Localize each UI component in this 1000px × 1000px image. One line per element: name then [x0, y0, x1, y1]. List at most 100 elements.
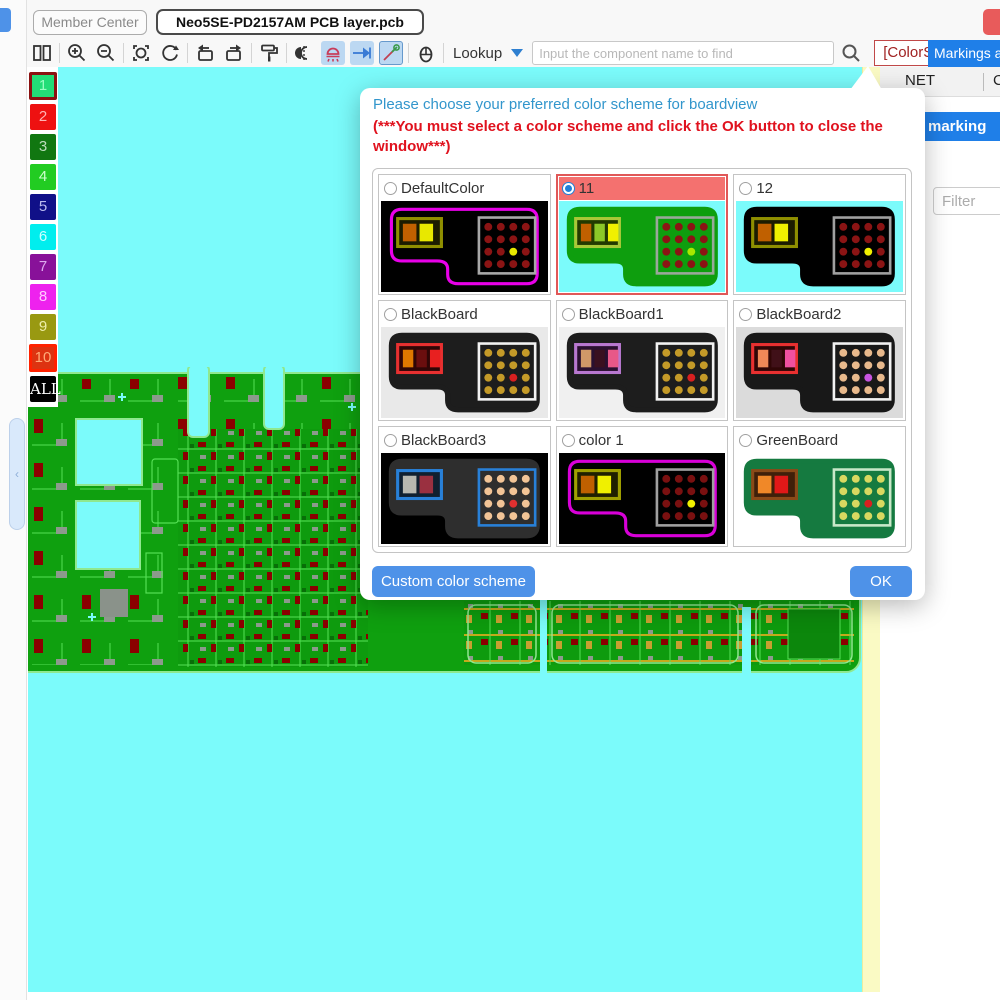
- radio-blackboard2[interactable]: [739, 308, 753, 321]
- toolbar: Lookup [ColorScheme]: [30, 39, 992, 67]
- custom-color-scheme-button[interactable]: Custom color scheme: [372, 566, 535, 597]
- toolbar-separator: [286, 43, 287, 63]
- radio-defaultcolor[interactable]: [384, 182, 397, 195]
- lookup-label[interactable]: Lookup: [453, 45, 502, 62]
- dialog-warning: (***You must select a color scheme and c…: [373, 118, 883, 155]
- markings-button[interactable]: Markings a: [928, 40, 1000, 67]
- option-preview: [558, 327, 726, 418]
- rotate-left-icon[interactable]: [193, 41, 217, 65]
- layer-button-8[interactable]: 8: [30, 284, 56, 310]
- radio-blackboard[interactable]: [384, 308, 397, 321]
- toolbar-separator: [443, 43, 444, 63]
- layer-button-6[interactable]: 6: [30, 224, 56, 250]
- color-scheme-option-greenboard[interactable]: GreenBoard: [733, 426, 906, 547]
- color-scheme-option-blackboard1[interactable]: BlackBoard1: [555, 300, 729, 421]
- split-view-icon[interactable]: [30, 41, 54, 65]
- layer-button-4[interactable]: 4: [30, 164, 56, 190]
- option-preview: [381, 201, 548, 292]
- toolbar-separator: [408, 43, 409, 63]
- option-preview: [381, 327, 548, 418]
- option-label: BlackBoard: [401, 306, 478, 323]
- layer-sidebar: 1 2 3 4 5 6 7 8 9 10 ALL: [28, 67, 61, 407]
- option-label: GreenBoard: [756, 432, 839, 449]
- color-scheme-grid: DefaultColor 11 12 BlackBoard BlackBoard1 Bla…: [372, 168, 912, 553]
- option-header: color 1: [559, 429, 726, 452]
- layer-button-1[interactable]: 1: [29, 72, 57, 100]
- measure-wand-icon[interactable]: [379, 41, 403, 65]
- cut-off-red-button[interactable]: [983, 9, 1000, 35]
- mouse-mode-icon[interactable]: [414, 41, 438, 65]
- option-header: BlackBoard: [381, 303, 548, 326]
- chevron-left-icon: ‹: [15, 467, 19, 481]
- ok-button[interactable]: OK: [850, 566, 912, 597]
- edge-blue-tab[interactable]: [0, 8, 11, 32]
- option-header: DefaultColor: [381, 177, 548, 200]
- toolbar-separator: [187, 43, 188, 63]
- member-center-button[interactable]: Member Center: [33, 10, 147, 35]
- option-preview: [381, 453, 548, 544]
- layer-button-7[interactable]: 7: [30, 254, 56, 280]
- color-scheme-option-blackboard2[interactable]: BlackBoard2: [733, 300, 906, 421]
- zoom-in-icon[interactable]: [65, 41, 89, 65]
- color-scheme-option-color-1[interactable]: color 1: [555, 426, 729, 547]
- option-label: BlackBoard3: [401, 432, 487, 449]
- refresh-icon[interactable]: [158, 41, 182, 65]
- layer-button-2[interactable]: 2: [30, 104, 56, 130]
- option-header: 12: [736, 177, 903, 200]
- tab-divider: [983, 73, 984, 91]
- option-label: DefaultColor: [401, 180, 485, 197]
- color-scheme-option-blackboard3[interactable]: BlackBoard3: [378, 426, 551, 547]
- option-preview: [558, 201, 726, 292]
- zoom-out-icon[interactable]: [94, 41, 118, 65]
- layer-button-5[interactable]: 5: [30, 194, 56, 220]
- layer-button-all[interactable]: ALL: [30, 376, 61, 402]
- option-header: BlackBoard1: [559, 303, 726, 326]
- locate-icon[interactable]: [129, 41, 153, 65]
- component-search-input[interactable]: [532, 41, 835, 65]
- radio-12[interactable]: [739, 182, 753, 195]
- color-scheme-option-defaultcolor[interactable]: DefaultColor: [378, 174, 551, 295]
- option-preview: [736, 453, 903, 544]
- toolbar-separator: [59, 43, 60, 63]
- option-header: GreenBoard: [736, 429, 903, 452]
- diode-lamp-icon[interactable]: [321, 41, 345, 65]
- layer-button-10[interactable]: 10: [29, 344, 57, 372]
- dialog-pointer: [850, 66, 882, 90]
- radio-blackboard3[interactable]: [384, 434, 397, 447]
- search-icon[interactable]: [839, 41, 863, 65]
- file-tab[interactable]: Neo5SE-PD2157AM PCB layer.pcb: [156, 9, 424, 35]
- dialog-title: Please choose your preferred color schem…: [373, 96, 758, 113]
- option-label: 11: [578, 180, 595, 197]
- option-preview: [558, 453, 726, 544]
- color-scheme-option-12[interactable]: 12: [733, 174, 906, 295]
- option-header: BlackBoard2: [736, 303, 903, 326]
- pcb-viewer-app: ‹ Member Center Neo5SE-PD2157AM PCB laye…: [0, 0, 1000, 1000]
- tab-comp[interactable]: C: [993, 72, 1000, 89]
- lookup-caret-icon[interactable]: [511, 49, 524, 57]
- radio-11[interactable]: [561, 182, 575, 195]
- layer-button-3[interactable]: 3: [30, 134, 56, 160]
- option-label: BlackBoard2: [756, 306, 842, 323]
- toolbar-separator: [123, 43, 124, 63]
- tab-net[interactable]: NET: [905, 72, 935, 89]
- layer-button-9[interactable]: 9: [30, 314, 56, 340]
- option-preview: [736, 201, 903, 292]
- filter-input[interactable]: [933, 187, 1000, 215]
- color-scheme-dialog: Please choose your preferred color schem…: [360, 88, 925, 600]
- mirror-flip-icon[interactable]: [292, 41, 316, 65]
- paint-roller-icon[interactable]: [257, 41, 281, 65]
- radio-blackboard1[interactable]: [561, 308, 575, 321]
- color-scheme-option-11[interactable]: 11: [555, 174, 729, 295]
- option-label: 12: [756, 180, 774, 197]
- radio-color-1[interactable]: [561, 434, 575, 447]
- radio-greenboard[interactable]: [739, 434, 753, 447]
- diode-direction-icon[interactable]: [350, 41, 374, 65]
- toolbar-separator: [251, 43, 252, 63]
- option-label: color 1: [578, 432, 624, 449]
- panel-collapse-handle[interactable]: ‹: [9, 418, 25, 530]
- option-label: BlackBoard1: [578, 306, 664, 323]
- rotate-right-icon[interactable]: [222, 41, 246, 65]
- option-preview: [736, 327, 903, 418]
- color-scheme-option-blackboard[interactable]: BlackBoard: [378, 300, 551, 421]
- option-header: 11: [558, 177, 726, 200]
